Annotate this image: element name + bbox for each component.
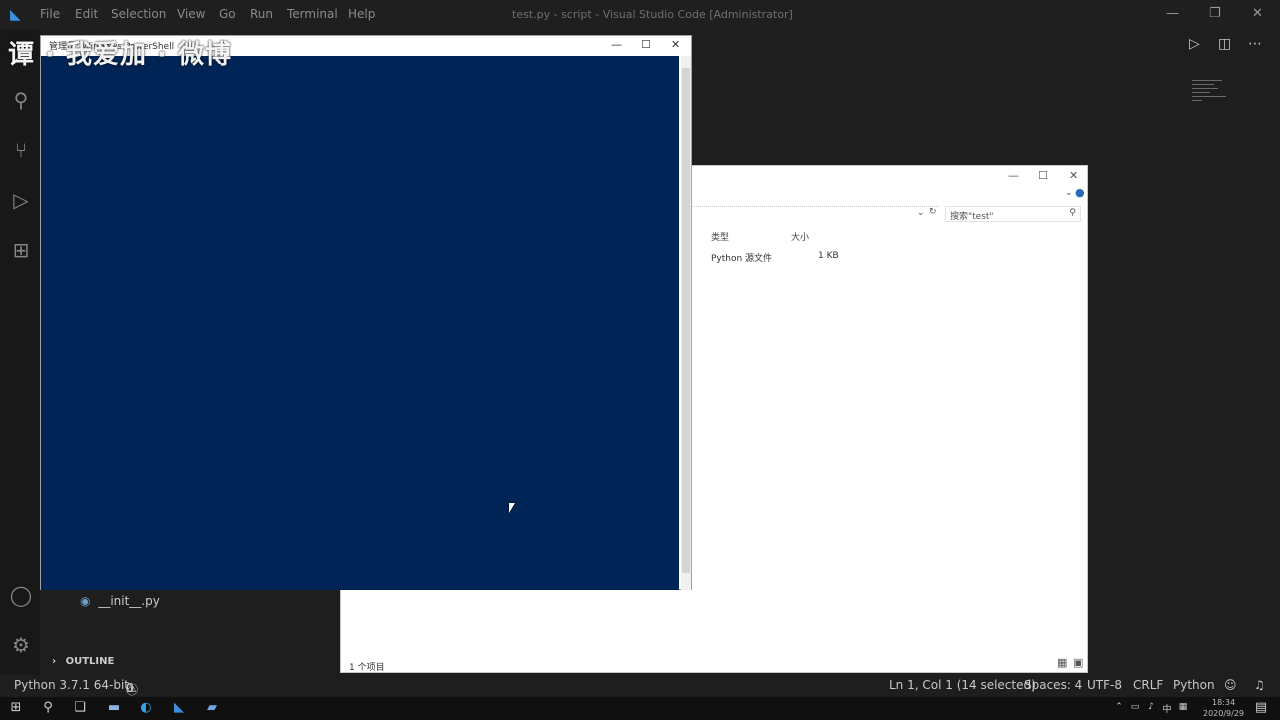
ps-minimize-button[interactable]: — <box>611 38 622 51</box>
vscode-taskbar-icon[interactable]: ◣ <box>170 700 188 717</box>
address-bar[interactable] <box>691 206 939 207</box>
notifications-icon[interactable]: ♫ <box>1254 678 1265 692</box>
close-button[interactable]: ✕ <box>1252 6 1263 21</box>
extensions-icon[interactable]: ⊞ <box>8 237 34 263</box>
encoding[interactable]: UTF-8 <box>1087 678 1122 692</box>
console-scrollbar[interactable] <box>681 56 691 590</box>
item-count-status: 1 个项目 <box>349 663 385 673</box>
search-icon[interactable]: ⚲ <box>1069 208 1076 218</box>
file-size-cell: 1 KB <box>818 251 839 261</box>
restore-button[interactable]: ❐ <box>1209 6 1221 21</box>
start-icon[interactable]: ⊞ <box>7 700 25 717</box>
action-center-icon[interactable]: ▤ <box>1252 700 1270 717</box>
activity-bar: ⚲ ⑂ ▷ ⊞ ◯ ⚙ <box>0 30 40 675</box>
vscode-titlebar: ◣ File Edit Selection View Go Run Termin… <box>0 0 1280 30</box>
ps-maximize-button[interactable]: ☐ <box>641 38 651 51</box>
minimize-button[interactable]: — <box>1166 6 1179 21</box>
account-icon[interactable]: ◯ <box>8 582 34 608</box>
powershell-console[interactable] <box>41 56 679 590</box>
taskbar-search-icon[interactable]: ⚲ <box>39 700 57 717</box>
edge-browser-icon[interactable]: ◐ <box>137 700 155 717</box>
menu-go[interactable]: Go <box>219 7 236 21</box>
clock-date[interactable]: 2020/9/29 <box>1203 709 1244 718</box>
outline-section[interactable]: › OUTLINE <box>52 656 114 667</box>
watermark: 谭 · 我爱加 · 微博 <box>8 40 232 70</box>
powershell-window[interactable]: 管理员: Windows PowerShell — ☐ ✕ <box>40 35 692 590</box>
outline-label: OUTLINE <box>65 656 115 667</box>
help-icon[interactable]: ● <box>1075 186 1085 199</box>
powershell-taskbar-icon[interactable]: ▰ <box>203 700 221 717</box>
feedback-icon[interactable]: ☺ <box>1224 678 1237 692</box>
source-control-icon[interactable]: ⑂ <box>8 137 34 163</box>
split-editor-icon[interactable]: ◫ <box>1218 36 1231 52</box>
menu-help[interactable]: Help <box>348 7 375 21</box>
refresh-icon[interactable]: ↻ <box>929 207 937 217</box>
windows-taskbar: ⊞ ⚲ ❏ ▬ ◐ ◣ ▰ ⌃ ▭ ♪ 中 ▦ 18:34 2020/9/29 … <box>0 697 1280 720</box>
run-debug-icon[interactable]: ▷ <box>8 187 34 213</box>
python-file-icon: ◉ <box>80 594 91 608</box>
settings-gear-icon[interactable]: ⚙ <box>8 632 34 658</box>
clock-time[interactable]: 18:34 <box>1212 698 1235 707</box>
python-interpreter[interactable]: Python 3.7.1 64-bit <box>14 678 129 692</box>
line-ending[interactable]: CRLF <box>1133 678 1163 692</box>
menu-edit[interactable]: Edit <box>75 7 98 21</box>
large-icons-view-icon[interactable]: ▣ <box>1073 656 1083 669</box>
menu-file[interactable]: File <box>40 7 60 21</box>
task-view-icon[interactable]: ❏ <box>71 700 89 717</box>
file-name: __init__.py <box>98 594 160 608</box>
run-file-icon[interactable]: ▷ <box>1189 36 1200 52</box>
explorer-minimize-button[interactable]: — <box>1008 169 1019 182</box>
vscode-logo-icon: ◣ <box>10 7 21 23</box>
search-box[interactable]: 搜索"test" ⚲ <box>945 206 1081 222</box>
menu-selection[interactable]: Selection <box>111 7 166 21</box>
search-placeholder: 搜索"test" <box>950 212 994 222</box>
minimap[interactable] <box>1192 80 1232 120</box>
ribbon-expand-icon[interactable]: ⌄ <box>1065 188 1073 198</box>
ps-close-button[interactable]: ✕ <box>671 38 680 51</box>
more-actions-icon[interactable]: ⋯ <box>1248 36 1262 52</box>
menu-run[interactable]: Run <box>250 7 273 21</box>
details-view-icon[interactable]: ▦ <box>1057 656 1067 669</box>
chevron-right-icon: › <box>52 656 57 667</box>
column-header-type[interactable]: 类型 <box>711 230 729 243</box>
indentation[interactable]: Spaces: 4 <box>1024 678 1082 692</box>
mouse-cursor-icon <box>509 503 515 513</box>
file-tree-item[interactable]: ◉ __init__.py <box>80 594 160 608</box>
window-title: test.py - script - Visual Studio Code [A… <box>512 8 793 21</box>
explorer-close-button[interactable]: ✕ <box>1069 169 1078 182</box>
keyboard-icon[interactable]: ▦ <box>1174 702 1192 719</box>
warning-count: 0 <box>126 681 134 695</box>
menu-terminal[interactable]: Terminal <box>287 7 338 21</box>
file-type-cell: Python 源文件 <box>711 254 773 264</box>
language-mode[interactable]: Python <box>1173 678 1215 692</box>
status-bar: Python 3.7.1 64-bit ⓧ 0 ⚠ 0 Ln 1, Col 1 … <box>0 675 1280 697</box>
scrollbar-thumb[interactable] <box>682 68 690 573</box>
column-header-size[interactable]: 大小 <box>791 230 809 243</box>
file-explorer-taskbar-icon[interactable]: ▬ <box>105 700 123 717</box>
explorer-maximize-button[interactable]: ☐ <box>1038 169 1048 182</box>
cursor-position[interactable]: Ln 1, Col 1 (14 selected) <box>889 678 1036 692</box>
menu-view[interactable]: View <box>177 7 205 21</box>
address-dropdown-icon[interactable]: ⌄ <box>917 208 925 218</box>
search-icon[interactable]: ⚲ <box>8 87 34 113</box>
